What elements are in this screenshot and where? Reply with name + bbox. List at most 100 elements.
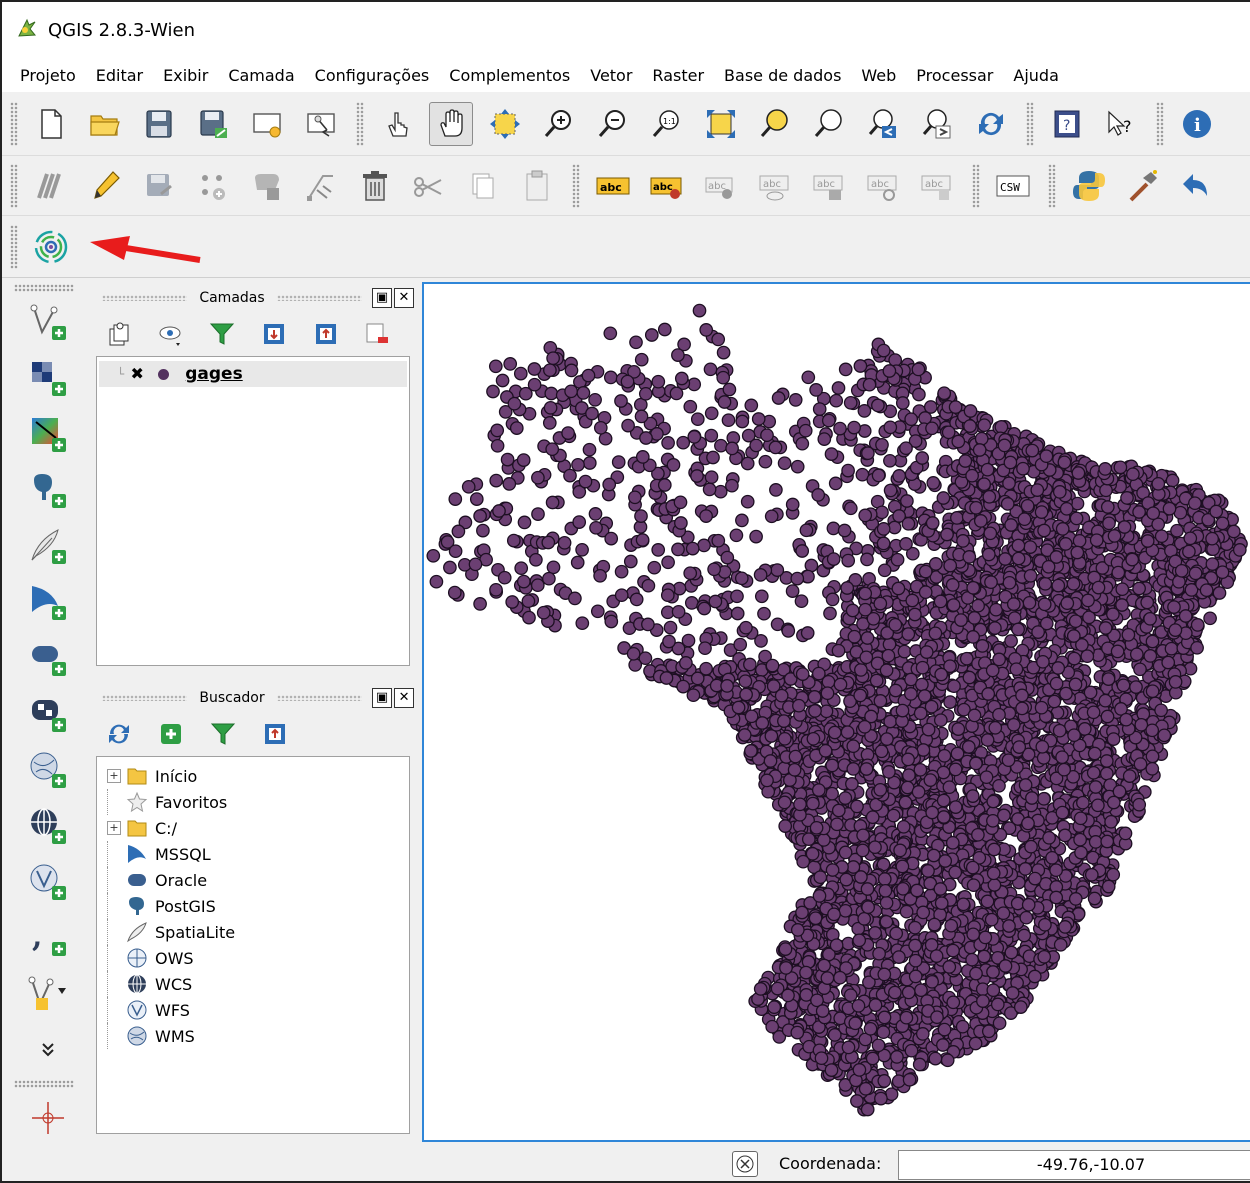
zoom-out-button[interactable]: [591, 102, 635, 146]
browser-item-spatialite[interactable]: SpatiaLite: [97, 919, 409, 945]
browser-item-wcs[interactable]: WCS: [97, 971, 409, 997]
browser-item-postgis[interactable]: PostGIS: [97, 893, 409, 919]
toolbox-button[interactable]: [1121, 164, 1165, 208]
open-project-button[interactable]: [83, 102, 127, 146]
expand-toggle[interactable]: +: [107, 769, 121, 783]
expand-toggle[interactable]: +: [107, 821, 121, 835]
metasearch-csw-button[interactable]: CSW: [991, 164, 1035, 208]
menu-ajuda[interactable]: Ajuda: [1003, 66, 1069, 85]
browser-item-wfs[interactable]: WFS: [97, 997, 409, 1023]
add-postgis-layer-button[interactable]: [22, 464, 74, 516]
filter-legend-button[interactable]: [207, 319, 237, 349]
menu-editar[interactable]: Editar: [86, 66, 153, 85]
pan-map-button[interactable]: [429, 101, 473, 146]
expand-all-button[interactable]: [259, 319, 289, 349]
new-shapefile-button[interactable]: [22, 968, 74, 1020]
python-console-button[interactable]: [1067, 164, 1111, 208]
browser-refresh-button[interactable]: [104, 719, 134, 749]
map-points-layer[interactable]: [424, 284, 1250, 1140]
save-layer-edits-button[interactable]: [137, 164, 181, 208]
add-feature-button[interactable]: [191, 164, 235, 208]
refresh-button[interactable]: [969, 102, 1013, 146]
toolbar-grip[interactable]: [572, 163, 580, 208]
move-label-button[interactable]: abc: [807, 164, 851, 208]
layers-panel-header[interactable]: Camadas ▣ ✕: [94, 284, 414, 312]
touch-zoom-pan-button[interactable]: [375, 102, 419, 146]
remove-layer-button[interactable]: [362, 319, 392, 349]
browser-item-oracle[interactable]: Oracle: [97, 867, 409, 893]
toolbar-grip[interactable]: [14, 284, 74, 292]
pan-to-selection-button[interactable]: [483, 102, 527, 146]
zoom-to-selection-button[interactable]: [753, 102, 797, 146]
toolbar-grip[interactable]: [14, 1080, 74, 1088]
layer-visibility-checkbox[interactable]: ✖: [128, 365, 146, 383]
toolbar-grip[interactable]: [1048, 163, 1056, 208]
new-project-button[interactable]: [29, 102, 73, 146]
cut-features-button[interactable]: [407, 164, 451, 208]
add-delimited-text-button[interactable]: ,: [22, 912, 74, 964]
browser-add-selected-button[interactable]: [156, 719, 186, 749]
more-tools-chevron-button[interactable]: [22, 1024, 74, 1076]
menu-complementos[interactable]: Complementos: [439, 66, 580, 85]
toolbar-grip[interactable]: [356, 101, 364, 146]
close-panel-button[interactable]: ✕: [394, 688, 415, 708]
add-wms-layer-button[interactable]: [22, 744, 74, 796]
layer-row-gages[interactable]: └ ✖ gages: [99, 361, 407, 387]
whats-this-button[interactable]: ?: [1099, 102, 1143, 146]
add-mssql-layer-button[interactable]: [22, 576, 74, 628]
menu-configuracoes[interactable]: Configurações: [305, 66, 440, 85]
menu-web[interactable]: Web: [851, 66, 906, 85]
node-tool-button[interactable]: [299, 164, 343, 208]
show-hide-labels-button[interactable]: abc: [753, 164, 797, 208]
toolbar-grip[interactable]: [1156, 101, 1164, 146]
menu-base-de-dados[interactable]: Base de dados: [714, 66, 851, 85]
menu-raster[interactable]: Raster: [642, 66, 714, 85]
move-feature-button[interactable]: [245, 164, 289, 208]
add-raster-layer-button[interactable]: [22, 352, 74, 404]
add-wfs-layer-button[interactable]: [22, 856, 74, 908]
toolbar-grip[interactable]: [1026, 101, 1034, 146]
save-as-button[interactable]: [191, 102, 235, 146]
new-print-composer-button[interactable]: [245, 102, 289, 146]
browser-item-ows[interactable]: OWS: [97, 945, 409, 971]
browser-item-c-drive[interactable]: + C:/: [97, 815, 409, 841]
plugin-swirl-button[interactable]: [29, 225, 73, 269]
add-group-button[interactable]: [104, 319, 134, 349]
undo-button[interactable]: [1175, 164, 1219, 208]
zoom-to-layer-button[interactable]: [807, 102, 851, 146]
paste-features-button[interactable]: [515, 164, 559, 208]
delete-selected-button[interactable]: [353, 164, 397, 208]
identify-button[interactable]: i: [1175, 102, 1219, 146]
add-wcs-gradient-button[interactable]: [22, 408, 74, 460]
current-edits-button[interactable]: [29, 164, 73, 208]
crosshair-tool-button[interactable]: [22, 1092, 74, 1144]
browser-filter-button[interactable]: [208, 719, 238, 749]
browser-panel-header[interactable]: Buscador ▣ ✕: [94, 684, 415, 712]
add-spatialite-layer-button[interactable]: [22, 520, 74, 572]
toolbar-grip[interactable]: [10, 101, 18, 146]
menu-vetor[interactable]: Vetor: [580, 66, 642, 85]
browser-collapse-button[interactable]: [260, 719, 290, 749]
add-oracle-layer-button[interactable]: [22, 632, 74, 684]
browser-item-wms[interactable]: WMS: [97, 1023, 409, 1049]
browser-item-favoritos[interactable]: Favoritos: [97, 789, 409, 815]
highlight-pinned-labels-button[interactable]: abc: [699, 164, 743, 208]
help-contents-button[interactable]: ?: [1045, 102, 1089, 146]
browser-item-mssql[interactable]: MSSQL: [97, 841, 409, 867]
map-canvas[interactable]: [422, 282, 1250, 1142]
copy-features-button[interactable]: [461, 164, 505, 208]
toolbar-grip[interactable]: [10, 224, 18, 269]
zoom-next-button[interactable]: [915, 102, 959, 146]
menu-processar[interactable]: Processar: [906, 66, 1003, 85]
zoom-full-button[interactable]: [699, 102, 743, 146]
add-wcs-layer-button[interactable]: [22, 800, 74, 852]
menu-exibir[interactable]: Exibir: [153, 66, 218, 85]
toolbar-grip[interactable]: [10, 163, 18, 208]
add-virtual-layer-button[interactable]: [22, 688, 74, 740]
rotate-label-button[interactable]: abc: [861, 164, 905, 208]
zoom-last-button[interactable]: [861, 102, 905, 146]
menu-camada[interactable]: Camada: [218, 66, 304, 85]
save-project-button[interactable]: [137, 102, 181, 146]
zoom-in-button[interactable]: [537, 102, 581, 146]
composer-manager-button[interactable]: [299, 102, 343, 146]
